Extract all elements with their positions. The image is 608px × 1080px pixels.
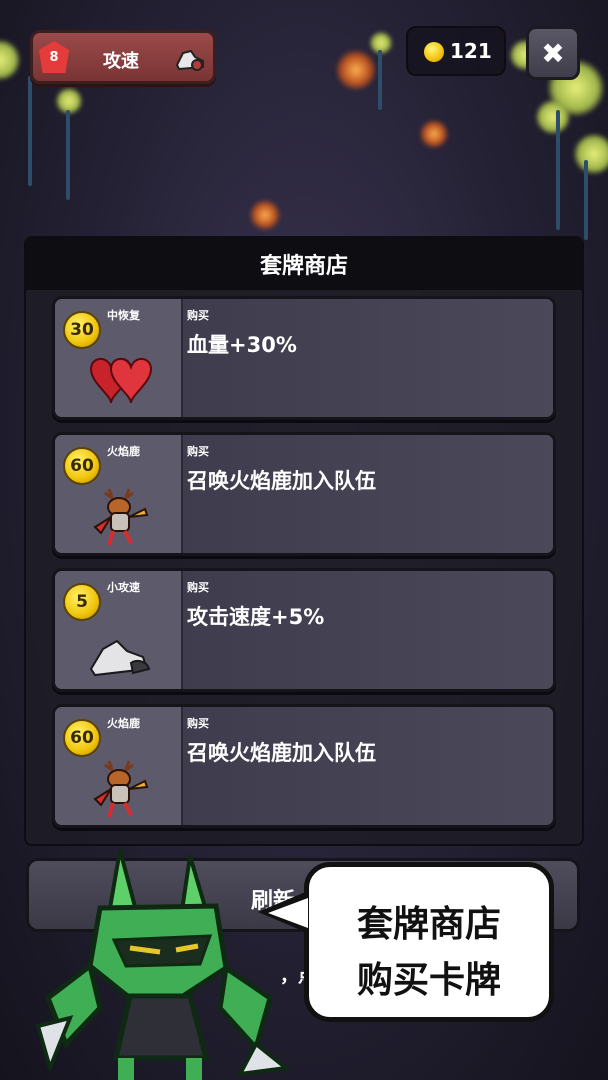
stat-label: 攻速 bbox=[103, 51, 139, 72]
card-name: 小攻速 bbox=[107, 581, 140, 594]
card-info-area: 购买 召唤火焰鹿加入队伍 bbox=[183, 707, 553, 825]
bubble-tail-fill bbox=[268, 898, 308, 928]
coin-amount: 121 bbox=[450, 39, 492, 63]
coin-counter: 121 bbox=[406, 26, 506, 76]
shop-card-fire-deer-2[interactable]: 60 火焰鹿 购买 召唤火焰鹿加入队伍 bbox=[52, 704, 556, 828]
fire-deer-icon bbox=[93, 488, 149, 546]
buy-tag: 购买 bbox=[187, 445, 209, 458]
price-coin: 30 bbox=[63, 311, 101, 349]
card-icon-area: 60 火焰鹿 bbox=[55, 435, 183, 553]
bubble-line-2: 购买卡牌 bbox=[356, 960, 501, 1001]
card-info-area: 购买 血量+30% bbox=[183, 299, 553, 417]
level-gem-icon: 8 bbox=[39, 41, 69, 73]
close-icon: ✖ bbox=[541, 36, 565, 70]
fire-deer-icon bbox=[93, 760, 149, 818]
hearts-icon bbox=[89, 358, 153, 404]
card-icon-area: 60 火焰鹿 bbox=[55, 707, 183, 825]
shop-card-fire-deer[interactable]: 60 火焰鹿 购买 召唤火焰鹿加入队伍 bbox=[52, 432, 556, 556]
card-icon-area: 30 中恢复 bbox=[55, 299, 183, 417]
shop-title: 套牌商店 bbox=[26, 238, 582, 290]
shop-card-heal[interactable]: 30 中恢复 购买 血量+30% bbox=[52, 296, 556, 420]
bubble-line-1: 套牌商店 bbox=[356, 904, 501, 945]
sneaker-icon bbox=[89, 639, 151, 677]
card-name: 火焰鹿 bbox=[107, 717, 140, 730]
coin-icon bbox=[424, 42, 444, 62]
deck-shop-panel: 套牌商店 30 中恢复 购买 血量+30% 60 火焰鹿 购买 召唤火焰鹿加入队… bbox=[24, 236, 584, 846]
close-button[interactable]: ✖ bbox=[526, 26, 580, 80]
card-description: 召唤火焰鹿加入队伍 bbox=[187, 741, 376, 765]
price-coin: 60 bbox=[63, 719, 101, 757]
card-description: 血量+30% bbox=[187, 333, 297, 357]
card-description: 攻击速度+5% bbox=[187, 605, 325, 629]
stat-level: 8 bbox=[49, 49, 59, 65]
card-icon-area: 5 小攻速 bbox=[55, 571, 183, 689]
card-name: 火焰鹿 bbox=[107, 445, 140, 458]
card-info-area: 购买 攻击速度+5% bbox=[183, 571, 553, 689]
buy-tag: 购买 bbox=[187, 581, 209, 594]
price-coin: 5 bbox=[63, 583, 101, 621]
buy-tag: 购买 bbox=[187, 309, 209, 322]
price-coin: 60 bbox=[63, 447, 101, 485]
sneaker-icon bbox=[175, 49, 204, 71]
speech-bubble: 套牌商店 购买卡牌 bbox=[304, 862, 554, 1022]
mantis-knight-mascot bbox=[35, 849, 290, 1080]
card-info-area: 购买 召唤火焰鹿加入队伍 bbox=[183, 435, 553, 553]
buy-tag: 购买 bbox=[187, 717, 209, 730]
shop-card-attack-speed[interactable]: 5 小攻速 购买 攻击速度+5% bbox=[52, 568, 556, 692]
attack-speed-chip[interactable]: 8 攻速 bbox=[30, 30, 216, 84]
card-name: 中恢复 bbox=[107, 309, 140, 322]
card-description: 召唤火焰鹿加入队伍 bbox=[187, 469, 376, 493]
